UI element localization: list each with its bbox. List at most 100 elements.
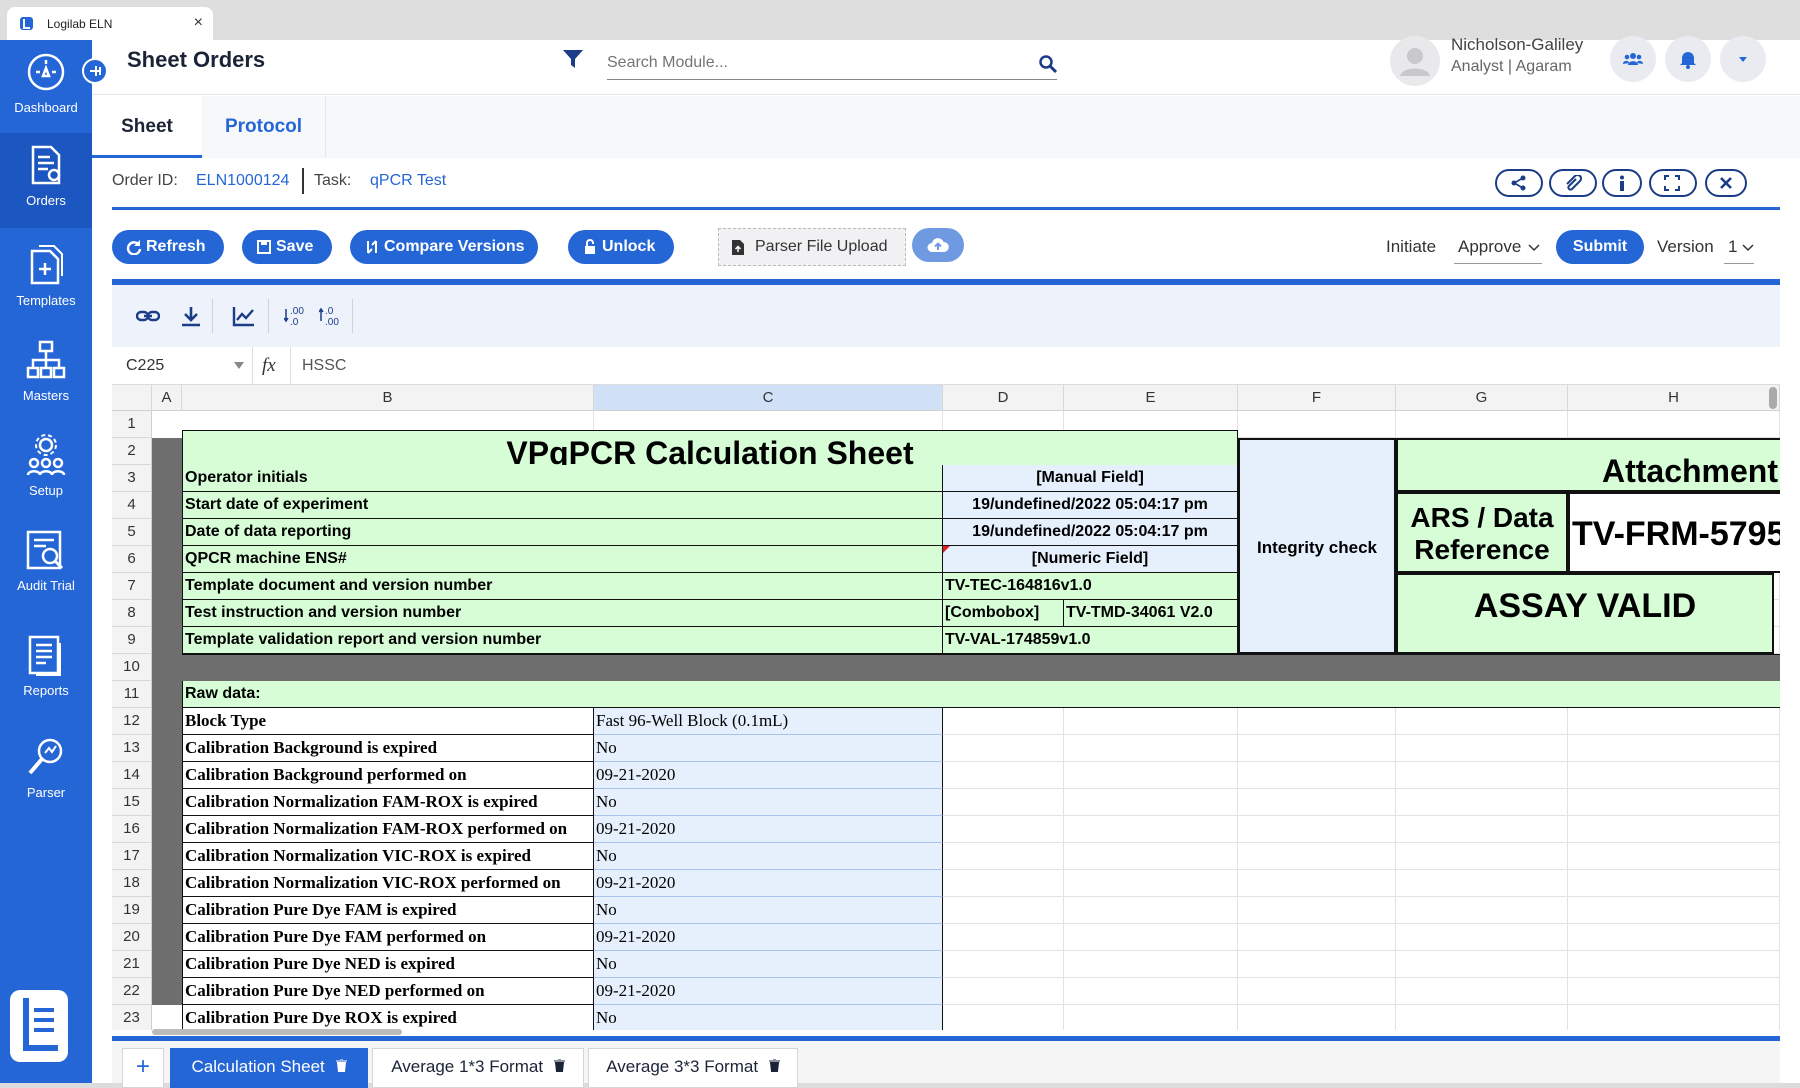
column-header[interactable]: H	[1568, 385, 1780, 411]
header-label-cell[interactable]: Date of data reporting	[182, 519, 943, 546]
raw-value-cell[interactable]: 09-21-2020	[594, 978, 943, 1005]
parser-file-upload[interactable]: Parser File Upload	[718, 228, 906, 266]
trash-icon[interactable]	[335, 1058, 347, 1072]
avatar[interactable]	[1390, 36, 1440, 86]
user-menu-button[interactable]	[1720, 36, 1766, 82]
assay-valid-cell[interactable]: ASSAY VALID	[1396, 573, 1774, 654]
sheet-tab-calculation[interactable]: Calculation Sheet	[170, 1048, 368, 1088]
header-value-cell[interactable]: TV-VAL-174859v1.0	[943, 627, 1238, 654]
raw-label-cell[interactable]: Calibration Normalization VIC-ROX is exp…	[182, 843, 594, 870]
raw-value-cell[interactable]: No	[594, 897, 943, 924]
cloud-upload-button[interactable]	[912, 228, 964, 262]
sheet-title[interactable]: VPqPCR Calculation Sheet	[182, 430, 1238, 465]
row-header[interactable]: 20	[112, 924, 152, 951]
raw-value-cell[interactable]: No	[594, 1005, 943, 1030]
raw-label-cell[interactable]: Calibration Pure Dye NED is expired	[182, 951, 594, 978]
add-sheet-button[interactable]: +	[122, 1048, 164, 1088]
raw-label-cell[interactable]: Calibration Pure Dye NED performed on	[182, 978, 594, 1005]
raw-label-cell[interactable]: Calibration Normalization FAM-ROX perfor…	[182, 816, 594, 843]
header-label-cell[interactable]: Start date of experiment	[182, 492, 943, 519]
formula-value[interactable]: HSSC	[302, 357, 346, 375]
row-header[interactable]: 17	[112, 843, 152, 870]
close-button[interactable]	[1705, 169, 1747, 197]
raw-label-cell[interactable]: Calibration Normalization FAM-ROX is exp…	[182, 789, 594, 816]
row-header[interactable]: 14	[112, 762, 152, 789]
sheet-tab-average-3x3[interactable]: Average 3*3 Format	[588, 1048, 798, 1088]
header-label-cell[interactable]: Test instruction and version number	[182, 600, 943, 627]
header-value-cell[interactable]: [Manual Field]	[943, 465, 1238, 492]
header-label-cell[interactable]: Template validation report and version n…	[182, 627, 943, 654]
row-header[interactable]: 9	[112, 627, 152, 654]
decrease-decimal-icon[interactable]: .00.0	[284, 305, 308, 327]
version-select[interactable]: 1	[1724, 232, 1754, 264]
row-header[interactable]: 12	[112, 708, 152, 735]
row-header[interactable]: 10	[112, 654, 152, 681]
raw-data-label-cell[interactable]: Raw data:	[182, 681, 1780, 708]
select-all-corner[interactable]	[112, 385, 152, 411]
row-header[interactable]: 13	[112, 735, 152, 762]
search-icon[interactable]	[1039, 55, 1057, 73]
row-header[interactable]: 23	[112, 1005, 152, 1030]
row-header[interactable]: 1	[112, 411, 152, 438]
trash-icon[interactable]	[553, 1058, 565, 1072]
row-header[interactable]: 8	[112, 600, 152, 627]
raw-label-cell[interactable]: Block Type	[182, 708, 594, 735]
row-header[interactable]: 6	[112, 546, 152, 573]
notifications-button[interactable]	[1665, 36, 1711, 82]
compare-versions-button[interactable]: Compare Versions	[350, 230, 538, 264]
raw-value-cell[interactable]: 09-21-2020	[594, 870, 943, 897]
column-header[interactable]: A	[152, 385, 182, 411]
header-label-cell[interactable]: Operator initials	[182, 465, 943, 492]
team-button[interactable]	[1610, 36, 1656, 82]
raw-value-cell[interactable]: No	[594, 789, 943, 816]
tab-sheet[interactable]: Sheet	[92, 96, 202, 158]
column-header[interactable]: D	[943, 385, 1064, 411]
attachment-header-cell[interactable]: Attachment	[1396, 438, 1780, 492]
attach-button[interactable]	[1549, 169, 1597, 197]
row-header[interactable]: 21	[112, 951, 152, 978]
header-value-cell[interactable]: TV-TEC-164816v1.0	[943, 573, 1238, 600]
sidebar-item-orders[interactable]: Orders	[0, 133, 92, 228]
row-header[interactable]: 2	[112, 438, 152, 465]
column-header[interactable]: B	[182, 385, 594, 411]
row-header[interactable]: 5	[112, 519, 152, 546]
horizontal-scrollbar[interactable]	[152, 1029, 402, 1035]
raw-value-cell[interactable]: Fast 96-Well Block (0.1mL)	[594, 708, 943, 735]
browser-tab[interactable]: Logilab ELN ×	[7, 7, 213, 40]
increase-decimal-icon[interactable]: .0.00	[319, 305, 343, 327]
info-button[interactable]	[1602, 169, 1642, 197]
row-header[interactable]: 18	[112, 870, 152, 897]
share-button[interactable]	[1495, 169, 1543, 197]
tab-protocol[interactable]: Protocol	[202, 96, 326, 158]
sidebar-item-dashboard[interactable]: Dashboard	[0, 40, 92, 135]
integrity-check-cell[interactable]: Integrity check	[1238, 438, 1396, 654]
column-header[interactable]: E	[1064, 385, 1238, 411]
trash-icon[interactable]	[768, 1058, 780, 1072]
header-value-cell[interactable]: [Combobox]	[943, 600, 1064, 627]
header-label-cell[interactable]: Template document and version number	[182, 573, 943, 600]
row-header[interactable]: 11	[112, 681, 152, 708]
sidebar-item-templates[interactable]: Templates	[0, 233, 92, 328]
ars-reference-cell[interactable]: ARS / Data Reference	[1396, 492, 1568, 573]
row-header[interactable]: 3	[112, 465, 152, 492]
sidebar-item-reports[interactable]: Reports	[0, 623, 92, 718]
raw-label-cell[interactable]: Calibration Pure Dye FAM performed on	[182, 924, 594, 951]
link-icon[interactable]	[136, 305, 160, 327]
raw-value-cell[interactable]: 09-21-2020	[594, 762, 943, 789]
header-value-cell[interactable]: 19/undefined/2022 05:04:17 pm	[943, 519, 1238, 546]
frm-reference-cell[interactable]: TV-FRM-5795	[1568, 492, 1780, 573]
header-label-cell[interactable]: QPCR machine ENS#	[182, 546, 943, 573]
unlock-button[interactable]: Unlock	[568, 230, 674, 264]
raw-value-cell[interactable]: No	[594, 951, 943, 978]
sidebar-item-audit-trial[interactable]: Audit Trial	[0, 518, 92, 613]
filter-icon[interactable]	[562, 48, 584, 70]
header-value2-cell[interactable]: TV-TMD-34061 V2.0	[1064, 600, 1238, 627]
row-header[interactable]: 15	[112, 789, 152, 816]
column-header[interactable]: G	[1396, 385, 1568, 411]
raw-value-cell[interactable]: No	[594, 735, 943, 762]
row-header[interactable]: 7	[112, 573, 152, 600]
search-input[interactable]	[607, 48, 1027, 78]
raw-label-cell[interactable]: Calibration Normalization VIC-ROX perfor…	[182, 870, 594, 897]
sidebar-item-setup[interactable]: Setup	[0, 423, 92, 518]
cell-reference[interactable]: C225	[126, 357, 164, 375]
